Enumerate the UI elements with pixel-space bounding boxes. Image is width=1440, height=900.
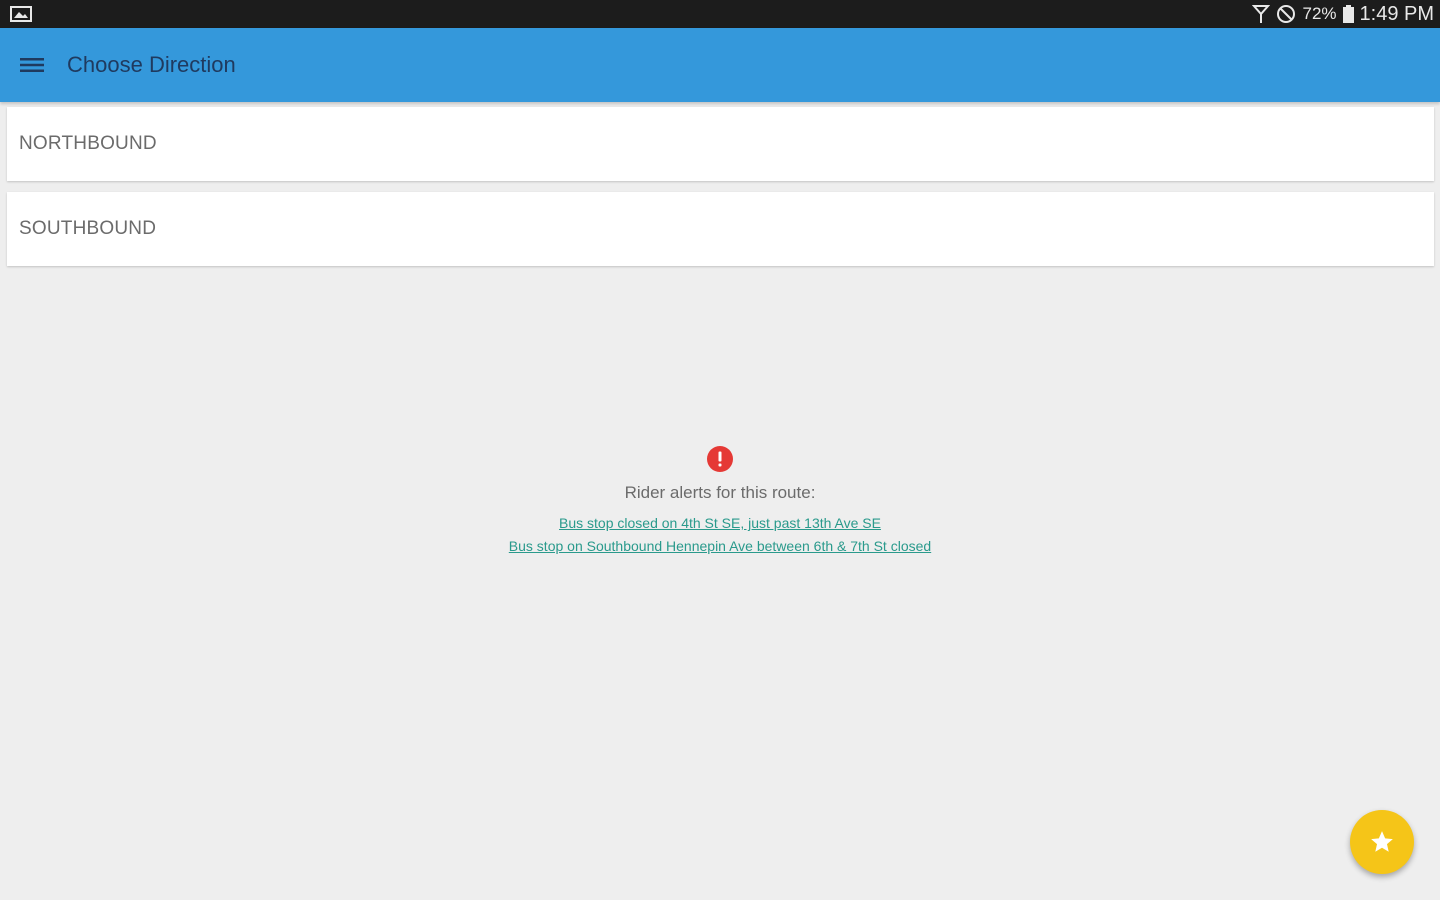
direction-item-southbound[interactable]: SOUTHBOUND [7,192,1434,266]
direction-label: NORTHBOUND [19,133,157,154]
favorite-button[interactable] [1350,810,1414,874]
star-icon [1371,831,1393,852]
status-bar: 72% 1:49 PM [0,0,1440,28]
status-time: 1:49 PM [1359,2,1434,25]
direction-label: SOUTHBOUND [19,218,157,239]
menu-button[interactable] [14,48,50,82]
alert-icon [707,446,733,472]
battery-icon [1342,5,1354,23]
signal-icon [1252,5,1271,23]
page-title: Choose Direction [67,52,236,77]
hamburger-menu-icon [20,58,44,72]
alert-links: Bus stop closed on 4th St SE, just past … [0,515,1440,554]
status-icons: 72% 1:49 PM [1252,0,1434,28]
alerts-heading: Rider alerts for this route: [624,483,816,502]
alert-link[interactable]: Bus stop closed on 4th St SE, just past … [559,515,881,531]
image-icon [10,6,32,22]
battery-percent: 72% [1302,4,1337,23]
do-not-disturb-icon [1277,5,1296,23]
alert-link[interactable]: Bus stop on Southbound Hennepin Ave betw… [509,538,931,554]
rider-alerts: Rider alerts for this route: Bus stop cl… [0,445,1440,554]
direction-item-northbound[interactable]: NORTHBOUND [7,107,1434,181]
app-bar: Choose Direction [0,28,1440,102]
